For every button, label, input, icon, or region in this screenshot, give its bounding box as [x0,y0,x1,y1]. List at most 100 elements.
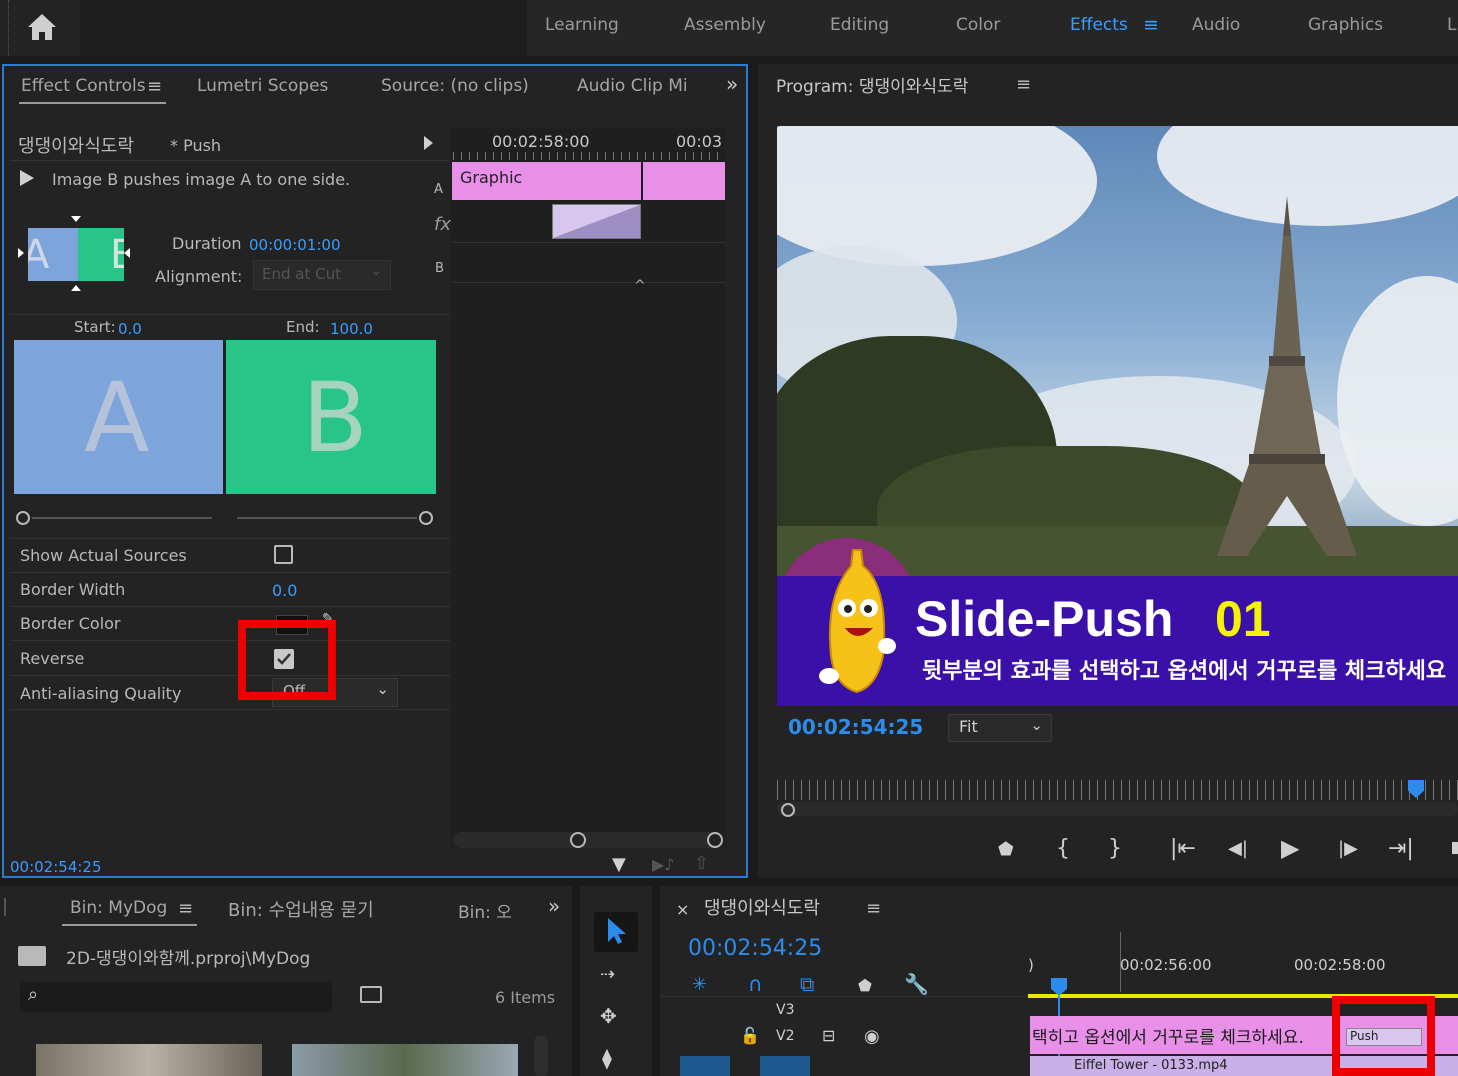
effect-timecode[interactable]: 00:02:54:25 [10,858,102,876]
start-value[interactable]: 0.0 [118,320,142,338]
bin-thumbnail-1[interactable] [36,1044,262,1076]
close-icon[interactable]: × [676,900,689,919]
source-patch[interactable] [680,1056,730,1076]
zoom-handle-right[interactable] [707,832,723,848]
graphic-clip[interactable]: Graphic [452,162,641,200]
workspace-menu-icon[interactable]: ≡ [1143,14,1159,36]
border-width-label: Border Width [20,580,126,599]
play-transition-icon[interactable] [20,170,34,186]
nest-icon[interactable]: ✳ [692,974,707,995]
end-value[interactable]: 100.0 [330,320,373,338]
mark-in-icon[interactable]: { [1056,836,1070,861]
program-scrollbar[interactable] [777,802,1458,816]
step-forward-icon[interactable]: |▶ [1338,838,1358,859]
snap-icon[interactable]: ∩ [748,972,763,996]
bin-thumbnail-2[interactable] [292,1044,518,1076]
play-icon[interactable]: ▶ [1281,834,1299,862]
new-search-bin-icon[interactable] [360,986,382,1003]
workspace-effects[interactable]: Effects [1070,15,1128,35]
eye-icon[interactable]: ◉ [864,1026,880,1047]
sequence-name: 댕댕이와식도락 [18,136,134,157]
tab-bin-class[interactable]: Bin: 수업내용 묻기 [228,896,374,922]
tab-source[interactable]: Source: (no clips) [381,76,529,96]
go-to-out-icon[interactable]: ⇥| [1388,836,1414,861]
program-menu-icon[interactable]: ≡ [1016,74,1031,95]
panel-overflow-icon[interactable]: » [548,894,560,918]
anti-aliasing-label: Anti-aliasing Quality [20,684,182,703]
add-marker-icon[interactable]: ⬟ [998,839,1014,860]
workspace-editing[interactable]: Editing [830,15,889,35]
add-marker-icon[interactable]: ⬟ [858,976,872,995]
selection-tool-icon[interactable] [606,916,628,951]
tab-effect-controls[interactable]: Effect Controls [21,76,146,96]
border-width-value[interactable]: 0.0 [272,581,297,600]
zoom-handle-left[interactable] [570,832,586,848]
lock-icon[interactable]: 🔓 [740,1026,760,1045]
loop-audio-icon[interactable]: ▶♪ [652,855,675,874]
scroll-handle[interactable] [781,803,795,817]
end-slider-handle[interactable] [419,511,433,525]
track-divider [452,282,725,283]
tab-lumetri-scopes[interactable]: Lumetri Scopes [197,76,328,96]
linked-selection-icon[interactable]: ⧉ [800,972,814,996]
home-icon[interactable] [24,10,60,44]
razor-tool-icon[interactable]: ⧫ [602,1046,612,1070]
export-icon[interactable]: ⇧ [694,853,709,874]
timeline-menu-icon[interactable]: ≡ [866,898,881,919]
edge-selector-top[interactable] [71,216,81,222]
graphic-clip-after[interactable] [643,162,725,200]
edge-selector-left[interactable] [18,248,24,258]
panel-menu-icon[interactable]: ≡ [147,76,162,97]
video-frame[interactable]: Slide-Push 01 뒷부분의 효과를 선택하고 옵션에서 거꾸로를 체크… [777,126,1458,706]
program-title[interactable]: Program: 댕댕이와식도락 [776,72,968,97]
drag-handle[interactable] [4,898,6,916]
drag-handle[interactable] [8,0,12,56]
track-select-tool-icon[interactable]: ⇢ [600,964,615,985]
filter-icon[interactable]: ▼ [612,854,626,875]
transition-clip[interactable] [552,204,641,239]
start-slider-handle[interactable] [16,511,30,525]
go-to-in-icon[interactable]: |⇤ [1170,836,1196,861]
edge-selector-bottom[interactable] [71,285,81,291]
bin-search-input[interactable]: ⌕ [20,982,332,1012]
start-slider-track[interactable] [32,517,212,519]
more-controls-icon[interactable] [1452,842,1458,854]
overlay-title: Slide-Push [915,591,1174,647]
collapse-up-icon[interactable]: ^ [634,278,646,294]
workspace-graphics[interactable]: Graphics [1308,15,1383,35]
panel-overflow-icon[interactable]: » [726,72,738,96]
reverse-label: Reverse [20,649,85,668]
tab-audio-clip-mixer[interactable]: Audio Clip Mi [577,76,689,96]
bin-menu-icon[interactable]: ≡ [178,898,193,919]
program-timecode[interactable]: 00:02:54:25 [788,715,923,739]
timeline-sequence-name[interactable]: 댕댕이와식도락 [704,894,820,920]
program-ruler[interactable] [777,780,1458,800]
duration-value[interactable]: 00:00:01:00 [249,236,341,254]
zoom-dropdown[interactable]: Fit ⌄ [948,714,1052,742]
ripple-edit-tool-icon[interactable]: ✥ [600,1004,617,1028]
workspace-more[interactable]: L [1447,15,1456,35]
track-target[interactable] [760,1056,810,1076]
tab-bin-mydog[interactable]: Bin: MyDog [70,898,167,918]
play-preview-icon[interactable] [424,136,433,150]
alignment-dropdown[interactable]: End at Cut ⌄ [253,260,391,290]
zoom-scrollbar[interactable] [453,832,723,848]
timeline-timecode[interactable]: 00:02:54:25 [688,936,822,961]
workspace-color[interactable]: Color [956,15,1000,35]
chevron-down-icon: ⌄ [370,263,382,279]
show-actual-sources-checkbox[interactable] [274,545,293,564]
wrench-icon[interactable]: 🔧 [904,972,929,996]
active-tab-underline [62,924,197,926]
workspace-learning[interactable]: Learning [545,15,619,35]
edge-selector-right[interactable] [124,248,130,258]
workspace-audio[interactable]: Audio [1192,15,1240,35]
folder-up-icon[interactable] [18,946,46,966]
highlight-transition [1332,996,1435,1076]
mark-out-icon[interactable]: } [1108,836,1122,861]
step-back-icon[interactable]: ◀| [1228,838,1248,859]
end-slider-track[interactable] [237,517,417,519]
bin-scrollbar[interactable] [534,1036,548,1076]
workspace-assembly[interactable]: Assembly [684,15,766,35]
tab-bin-other[interactable]: Bin: 오 [458,898,513,923]
sync-lock-icon[interactable]: ⊟ [822,1026,835,1045]
